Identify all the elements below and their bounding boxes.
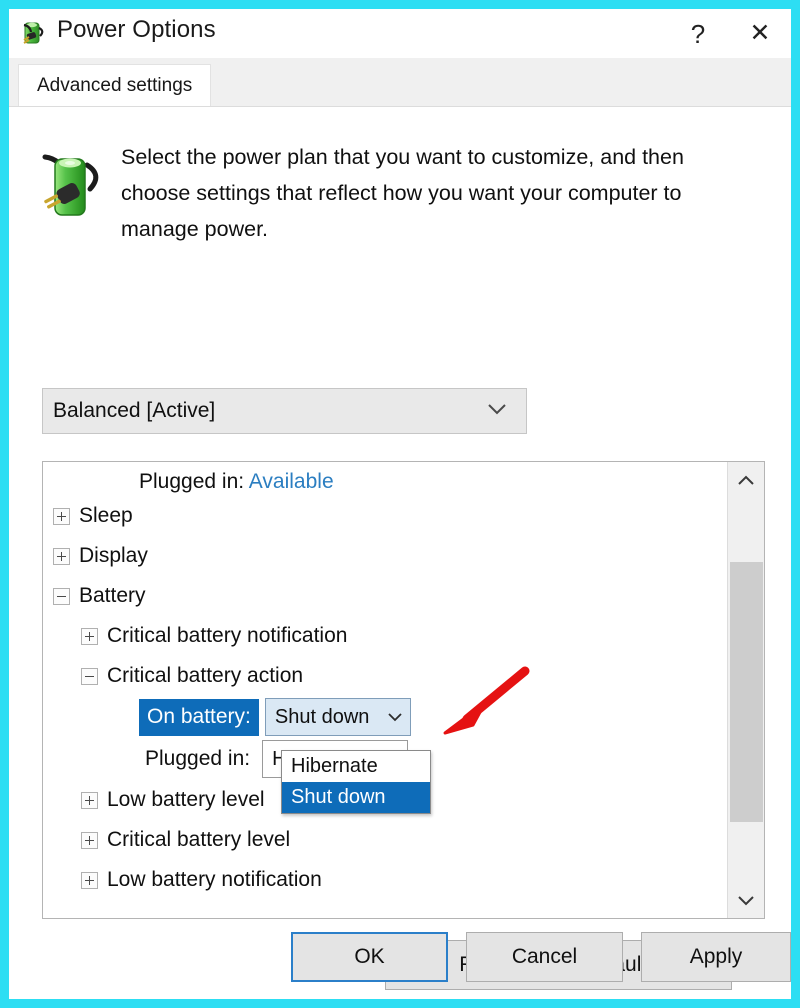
intro-text: Select the power plan that you want to c…: [121, 145, 684, 241]
window-title: Power Options: [57, 16, 216, 43]
dialog-content: Select the power plan that you want to c…: [9, 107, 791, 1000]
power-plan-value: Balanced [Active]: [53, 399, 216, 422]
chevron-down-icon: [386, 706, 404, 729]
tree-item-label: Low battery level: [107, 788, 265, 811]
tree-item-label: Low battery notification: [107, 868, 322, 891]
window-frame-top: [0, 0, 800, 9]
title-bar: Power Options ? ✕: [9, 9, 791, 58]
battery-plug-icon: [35, 143, 105, 229]
critical-battery-action-dropdown[interactable]: Hibernate Shut down: [281, 750, 431, 814]
expand-plus-icon[interactable]: [81, 791, 98, 809]
plugged-in-status: Available: [248, 470, 334, 493]
tree-item-label: Critical battery notification: [107, 624, 348, 647]
close-icon[interactable]: ✕: [729, 9, 791, 58]
tree-item-label: Sleep: [79, 504, 133, 527]
expand-plus-icon[interactable]: [81, 627, 98, 645]
tab-label: Advanced settings: [37, 74, 193, 96]
chevron-down-icon[interactable]: [728, 882, 764, 918]
screenshot-root: Power Options ? ✕ Advanced settings Sele…: [0, 0, 800, 1008]
dialog-footer: OK Cancel Apply: [9, 932, 791, 992]
chevron-up-icon[interactable]: [728, 462, 764, 498]
tree-item-critical-battery-action[interactable]: Critical battery action: [43, 656, 726, 696]
ok-button[interactable]: OK: [291, 932, 448, 982]
chevron-down-icon: [486, 402, 508, 421]
power-plan-select[interactable]: Balanced [Active]: [42, 388, 527, 434]
tree-item-critical-battery-level[interactable]: Critical battery level: [43, 820, 726, 860]
plugged-in-status-row: Plugged in: Available: [43, 470, 726, 494]
title-bar-buttons: ? ✕: [667, 9, 791, 58]
collapse-minus-icon[interactable]: [81, 667, 98, 685]
tree-item-label: Battery: [79, 584, 146, 607]
tab-advanced-settings[interactable]: Advanced settings: [18, 64, 212, 106]
advanced-settings-list[interactable]: Plugged in: Available Sleep Display Batt…: [42, 461, 765, 919]
tree-item-sleep[interactable]: Sleep: [43, 496, 726, 536]
expand-plus-icon[interactable]: [53, 547, 70, 565]
apply-button[interactable]: Apply: [641, 932, 791, 982]
tree-item-battery[interactable]: Battery: [43, 576, 726, 616]
setting-row-on-battery[interactable]: On battery: Shut down: [43, 696, 726, 738]
tab-strip: Advanced settings: [9, 58, 791, 107]
settings-scrollbar[interactable]: [727, 462, 764, 918]
cancel-button[interactable]: Cancel: [466, 932, 623, 982]
window-frame-right: [791, 0, 800, 1008]
expand-plus-icon[interactable]: [81, 831, 98, 849]
scrollbar-thumb[interactable]: [730, 562, 763, 822]
tree-item-low-battery-notification[interactable]: Low battery notification: [43, 860, 726, 900]
plugged-in-setting-label: Plugged in:: [145, 746, 251, 770]
tree-item-label: Display: [79, 544, 148, 567]
apply-label: Apply: [689, 945, 743, 968]
plugged-in-label: Plugged in:: [139, 470, 245, 493]
cancel-label: Cancel: [511, 945, 578, 968]
expand-plus-icon[interactable]: [53, 507, 70, 525]
settings-list-viewport: Plugged in: Available Sleep Display Batt…: [43, 462, 726, 918]
on-battery-label: On battery:: [139, 698, 259, 736]
on-battery-value: Shut down: [274, 705, 370, 728]
window-frame-left: [0, 0, 9, 1008]
power-plug-battery-icon: [19, 17, 49, 47]
expand-plus-icon[interactable]: [81, 871, 98, 889]
collapse-minus-icon[interactable]: [53, 587, 70, 605]
ok-label: OK: [354, 945, 385, 968]
tree-item-label: Critical battery action: [107, 664, 304, 687]
tree-item-display[interactable]: Display: [43, 536, 726, 576]
intro-block: Select the power plan that you want to c…: [35, 139, 765, 247]
power-options-window: Power Options ? ✕ Advanced settings Sele…: [9, 9, 791, 1000]
help-button[interactable]: ?: [667, 9, 729, 58]
window-frame-bottom: [0, 999, 800, 1008]
tree-item-critical-battery-notification[interactable]: Critical battery notification: [43, 616, 726, 656]
dropdown-option-hibernate[interactable]: Hibernate: [282, 751, 430, 782]
on-battery-combobox[interactable]: Shut down: [264, 698, 411, 736]
tree-item-label: Critical battery level: [107, 828, 291, 851]
dropdown-option-shut-down[interactable]: Shut down: [282, 782, 430, 813]
settings-tree: Sleep Display Battery Critical battery n…: [43, 496, 726, 900]
